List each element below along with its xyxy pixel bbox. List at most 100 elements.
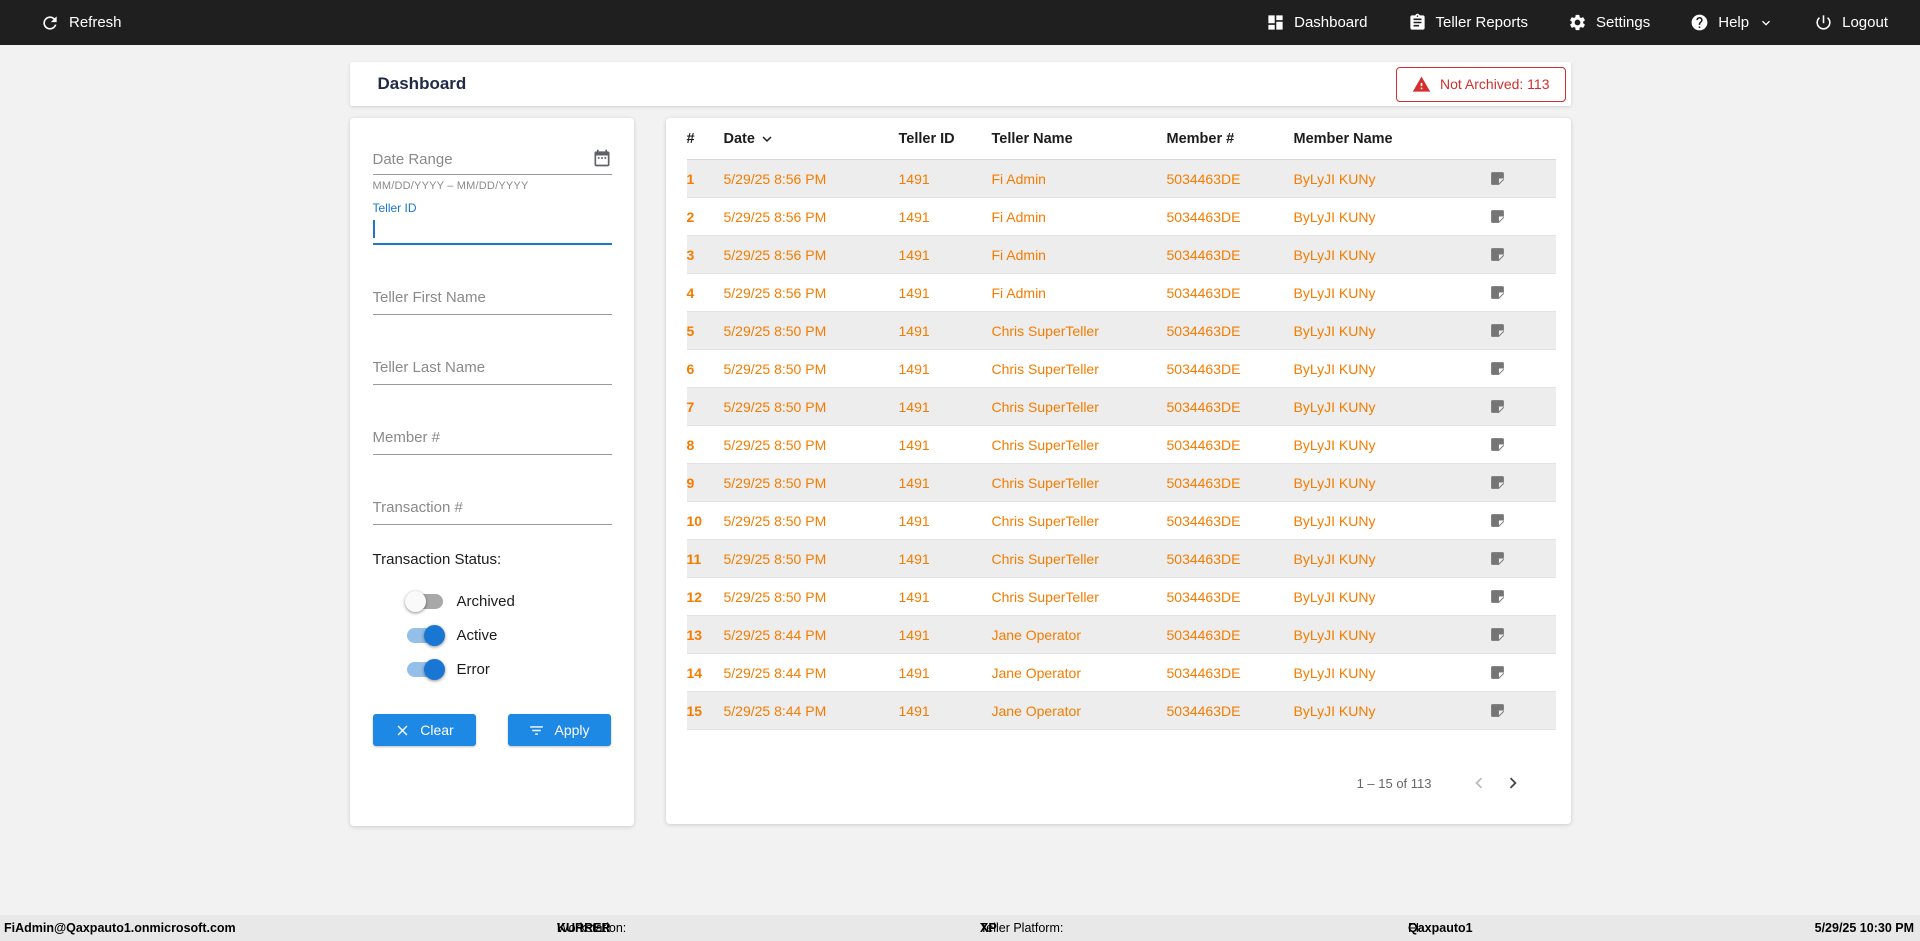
table-row[interactable]: 6 5/29/25 8:50 PM 1491 Chris SuperTeller…: [686, 350, 1556, 388]
row-member-num: 5034463DE: [1166, 512, 1241, 529]
row-date: 5/29/25 8:50 PM: [723, 360, 827, 377]
teller-id-field[interactable]: [372, 215, 612, 245]
row-teller-id: 1491: [898, 170, 930, 187]
row-number: 5: [686, 322, 695, 339]
table-row[interactable]: 14 5/29/25 8:44 PM 1491 Jane Operator 50…: [686, 654, 1556, 692]
date-range-input[interactable]: [372, 151, 584, 168]
nav-teller-reports[interactable]: Teller Reports: [1408, 13, 1528, 32]
next-page-button[interactable]: [1496, 766, 1530, 800]
note-icon[interactable]: [1489, 208, 1506, 225]
row-teller-name: Jane Operator: [991, 626, 1082, 643]
row-number: 6: [686, 360, 695, 377]
note-icon[interactable]: [1489, 284, 1506, 301]
table-row[interactable]: 7 5/29/25 8:50 PM 1491 Chris SuperTeller…: [686, 388, 1556, 426]
row-teller-id: 1491: [898, 360, 930, 377]
chevron-right-icon: [1509, 777, 1517, 789]
clear-button[interactable]: Clear: [372, 714, 476, 746]
date-range-field[interactable]: [372, 148, 612, 175]
nav-help[interactable]: Help: [1690, 13, 1774, 32]
calendar-icon[interactable]: [592, 148, 612, 168]
row-date: 5/29/25 8:56 PM: [723, 246, 827, 263]
note-icon[interactable]: [1489, 550, 1506, 567]
transaction-number-input[interactable]: [372, 499, 612, 516]
status-toggle[interactable]: Archived: [404, 584, 612, 618]
previous-page-button[interactable]: [1462, 766, 1496, 800]
column-header-member-name: Member Name: [1293, 130, 1393, 147]
note-icon[interactable]: [1489, 664, 1506, 681]
nav-settings[interactable]: Settings: [1568, 13, 1650, 32]
table-row[interactable]: 4 5/29/25 8:56 PM 1491 Fi Admin 5034463D…: [686, 274, 1556, 312]
row-member-name: ByLyJI KUNy: [1293, 702, 1376, 719]
nav-logout[interactable]: Logout: [1814, 13, 1888, 32]
clear-button-label: Clear: [420, 722, 454, 738]
column-header-date[interactable]: Date: [724, 130, 899, 148]
nav-logout-label: Logout: [1842, 14, 1888, 31]
date-format-helper: MM/DD/YYYY – MM/DD/YYYY: [372, 180, 529, 192]
gear-icon: [1570, 14, 1585, 31]
teller-last-name-input[interactable]: [372, 359, 612, 376]
table-row[interactable]: 5 5/29/25 8:50 PM 1491 Chris SuperTeller…: [686, 312, 1556, 350]
note-icon[interactable]: [1489, 512, 1506, 529]
status-toggles: Archived Active Error: [373, 584, 612, 686]
filter-icon: [530, 725, 544, 735]
column-header-member-num: Member #: [1166, 130, 1235, 147]
row-teller-id: 1491: [898, 588, 930, 605]
status-toggle[interactable]: Active: [406, 618, 612, 652]
not-archived-badge[interactable]: Not Archived: 113: [1396, 66, 1566, 102]
note-icon[interactable]: [1489, 398, 1506, 415]
table-body: 1 5/29/25 8:56 PM 1491 Fi Admin 5034463D…: [686, 160, 1556, 730]
toggle-switch[interactable]: [406, 658, 445, 680]
member-number-field[interactable]: [372, 429, 612, 455]
table-row[interactable]: 9 5/29/25 8:50 PM 1491 Chris SuperTeller…: [686, 464, 1556, 502]
row-member-num: 5034463DE: [1166, 246, 1241, 263]
table-row[interactable]: 2 5/29/25 8:56 PM 1491 Fi Admin 5034463D…: [686, 198, 1556, 236]
row-member-num: 5034463DE: [1166, 664, 1241, 681]
teller-first-name-input[interactable]: [372, 289, 612, 306]
table-row[interactable]: 15 5/29/25 8:44 PM 1491 Jane Operator 50…: [686, 692, 1556, 730]
table-row[interactable]: 13 5/29/25 8:44 PM 1491 Jane Operator 50…: [686, 616, 1556, 654]
member-number-input[interactable]: [372, 429, 612, 446]
apply-button[interactable]: Apply: [507, 714, 611, 746]
clipboard-icon: [1409, 13, 1425, 30]
status-toggle[interactable]: Error: [406, 652, 612, 686]
chevron-left-icon: [1474, 777, 1482, 789]
note-icon[interactable]: [1489, 246, 1506, 263]
note-icon[interactable]: [1489, 436, 1506, 453]
table-row[interactable]: 10 5/29/25 8:50 PM 1491 Chris SuperTelle…: [686, 502, 1556, 540]
teller-id-label: Teller ID: [372, 201, 417, 215]
table-row[interactable]: 3 5/29/25 8:56 PM 1491 Fi Admin 5034463D…: [686, 236, 1556, 274]
row-member-num: 5034463DE: [1166, 360, 1241, 377]
toggle-switch[interactable]: [404, 590, 443, 612]
teller-last-name-field[interactable]: [372, 359, 612, 385]
toggle-switch[interactable]: [406, 624, 445, 646]
row-date: 5/29/25 8:56 PM: [723, 284, 827, 301]
refresh-icon: [43, 15, 57, 30]
transaction-number-field[interactable]: [372, 499, 612, 525]
nav-dashboard-label: Dashboard: [1294, 14, 1368, 31]
row-number: 1: [686, 170, 695, 187]
note-icon[interactable]: [1489, 322, 1506, 339]
table-row[interactable]: 12 5/29/25 8:50 PM 1491 Chris SuperTelle…: [686, 578, 1556, 616]
note-icon[interactable]: [1489, 170, 1506, 187]
row-teller-name: Chris SuperTeller: [991, 588, 1099, 605]
note-icon[interactable]: [1489, 474, 1506, 491]
row-teller-name: Jane Operator: [991, 664, 1082, 681]
row-date: 5/29/25 8:56 PM: [723, 208, 827, 225]
row-teller-id: 1491: [898, 626, 930, 643]
note-icon[interactable]: [1489, 702, 1506, 719]
nav-dashboard[interactable]: Dashboard: [1266, 13, 1368, 32]
row-number: 7: [686, 398, 695, 415]
table-row[interactable]: 11 5/29/25 8:50 PM 1491 Chris SuperTelle…: [686, 540, 1556, 578]
not-archived-badge-label: Not Archived: 113: [1440, 76, 1550, 92]
note-icon[interactable]: [1489, 588, 1506, 605]
note-icon[interactable]: [1489, 626, 1506, 643]
row-teller-id: 1491: [898, 702, 930, 719]
row-teller-id: 1491: [898, 474, 930, 491]
row-member-name: ByLyJI KUNy: [1293, 588, 1376, 605]
main-content: Dashboard Not Archived: 113 MM/DD/YYYY –…: [349, 62, 1571, 826]
table-row[interactable]: 1 5/29/25 8:56 PM 1491 Fi Admin 5034463D…: [686, 160, 1556, 198]
note-icon[interactable]: [1489, 360, 1506, 377]
table-row[interactable]: 8 5/29/25 8:50 PM 1491 Chris SuperTeller…: [686, 426, 1556, 464]
refresh-button[interactable]: Refresh: [40, 13, 122, 33]
teller-first-name-field[interactable]: [372, 289, 612, 315]
